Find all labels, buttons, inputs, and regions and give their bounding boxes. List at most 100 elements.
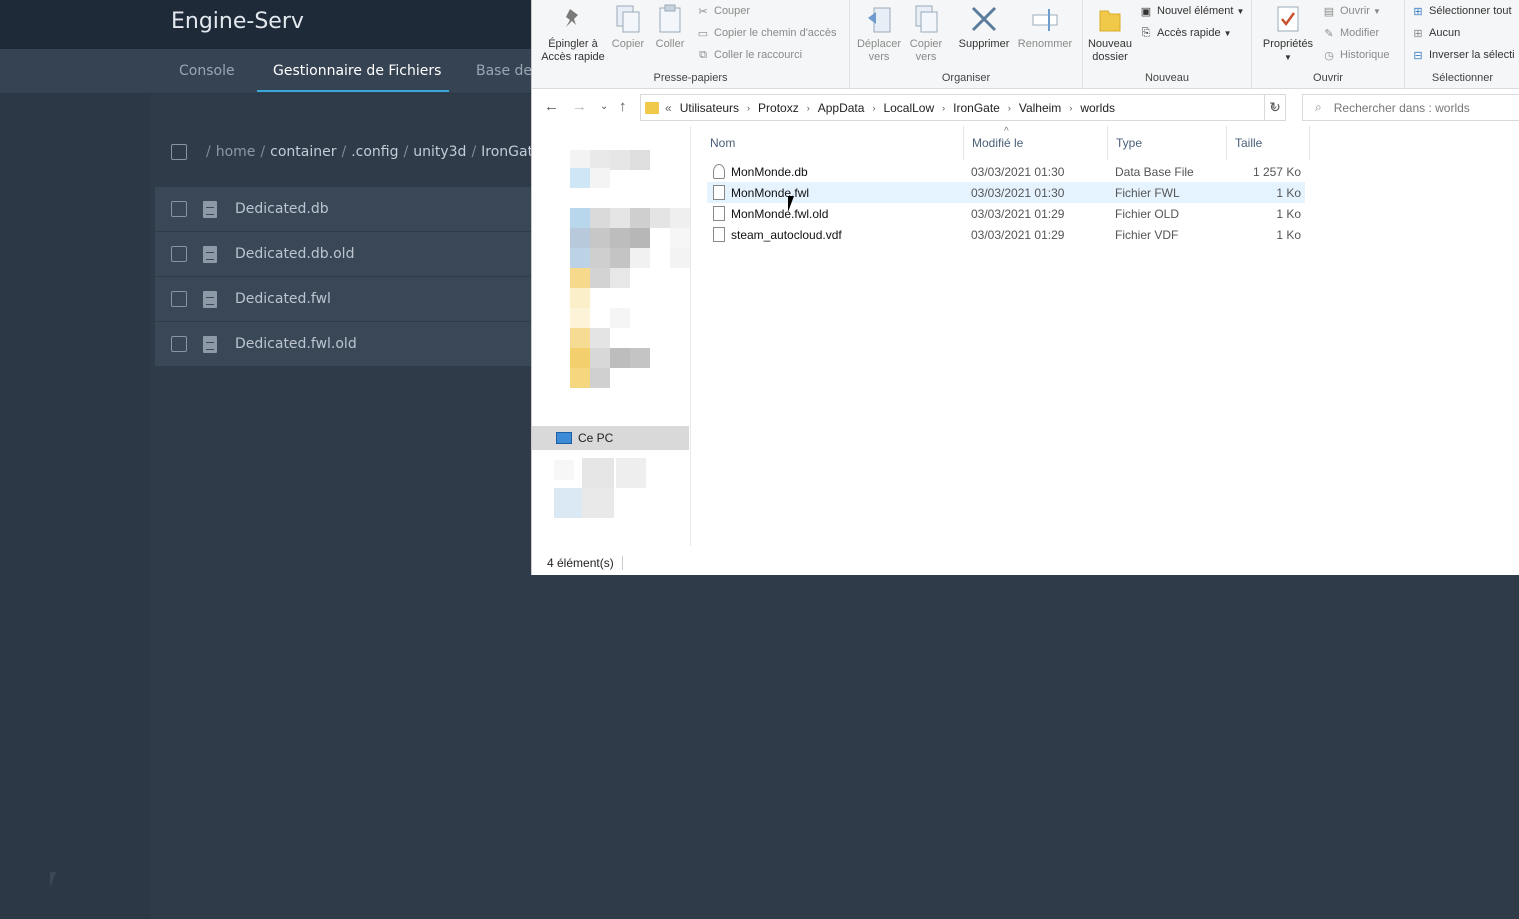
column-header-size[interactable]: Taille xyxy=(1227,126,1310,160)
address-segment[interactable]: Valheim xyxy=(1019,101,1061,115)
chevron-right-icon[interactable]: › xyxy=(1008,103,1011,113)
open-button[interactable]: ▤ Ouvrir ▼ xyxy=(1322,2,1381,20)
computer-icon xyxy=(556,432,572,444)
chevron-right-icon[interactable]: › xyxy=(942,103,945,113)
address-segment[interactable]: IronGate xyxy=(953,101,1000,115)
file-row[interactable]: steam_autocloud.vdf 03/03/2021 01:29 Fic… xyxy=(707,224,1305,245)
copy-path-button[interactable]: ▭ Copier le chemin d'accès xyxy=(696,24,837,42)
search-input[interactable]: ⌕ Rechercher dans : worlds xyxy=(1302,94,1519,121)
properties-check-icon xyxy=(1273,4,1303,34)
database-file-icon xyxy=(713,164,725,179)
ribbon-group-open: Propriétés ▼ ▤ Ouvrir ▼ ✎ Modifier ◷ His… xyxy=(1252,0,1405,89)
dropdown-icon: ▼ xyxy=(1223,28,1232,38)
file-date: 03/03/2021 01:29 xyxy=(971,206,1065,221)
breadcrumb-config[interactable]: .config xyxy=(351,144,398,160)
select-all-checkbox[interactable] xyxy=(171,144,187,160)
file-name: Dedicated.fwl.old xyxy=(235,336,357,352)
chevron-right-icon[interactable]: › xyxy=(747,103,750,113)
history-button[interactable]: ◷ Historique xyxy=(1322,46,1389,64)
breadcrumb: / home / container / .config / unity3d /… xyxy=(171,142,542,162)
column-label: Modifié le xyxy=(972,136,1024,150)
copy-to-button[interactable]: Copier vers xyxy=(904,4,948,64)
copy-to-label: Copier vers xyxy=(909,38,943,63)
column-header-modified[interactable]: Modifié le xyxy=(964,126,1108,160)
address-segment[interactable]: worlds xyxy=(1080,101,1115,115)
breadcrumb-sep: / xyxy=(341,144,347,160)
edit-icon: ✎ xyxy=(1324,27,1334,40)
chevron-right-icon[interactable]: › xyxy=(1069,103,1072,113)
address-overflow[interactable]: « xyxy=(665,101,672,115)
edit-button[interactable]: ✎ Modifier xyxy=(1322,24,1379,42)
open-label: Ouvrir xyxy=(1340,5,1370,17)
tab-file-manager[interactable]: Gestionnaire de Fichiers xyxy=(273,63,441,79)
forward-arrow-icon[interactable]: → xyxy=(572,98,587,115)
ribbon-group-label: Sélectionner xyxy=(1431,72,1494,84)
file-icon xyxy=(203,335,217,353)
column-header-type[interactable]: Type xyxy=(1108,126,1227,160)
row-checkbox[interactable] xyxy=(171,291,187,307)
recent-locations-chevron-icon[interactable]: ⌄ xyxy=(600,101,608,112)
select-all-label: Sélectionner tout xyxy=(1429,5,1512,17)
mouse-cursor xyxy=(788,196,800,212)
dropdown-icon: ▼ xyxy=(1284,53,1292,62)
cut-button[interactable]: ✂ Couper xyxy=(696,2,750,20)
file-row[interactable]: Dedicated.db xyxy=(155,187,535,231)
back-arrow-icon[interactable]: ← xyxy=(544,98,559,115)
breadcrumb-unity3d[interactable]: unity3d xyxy=(413,144,466,160)
rename-icon xyxy=(1030,4,1060,34)
file-name: MonMonde.fwl.old xyxy=(731,206,829,221)
row-checkbox[interactable] xyxy=(171,246,187,262)
delete-button[interactable]: Supprimer xyxy=(954,4,1014,51)
breadcrumb-container[interactable]: container xyxy=(270,144,336,160)
file-row[interactable]: MonMonde.db 03/03/2021 01:30 Data Base F… xyxy=(707,161,1305,182)
file-date: 03/03/2021 01:29 xyxy=(971,227,1065,242)
file-name: steam_autocloud.vdf xyxy=(731,227,842,242)
select-all-button[interactable]: ⊞ Sélectionner tout xyxy=(1411,2,1512,20)
file-row[interactable]: Dedicated.db.old xyxy=(155,232,535,276)
column-header-name[interactable]: Nom xyxy=(702,126,964,160)
properties-button[interactable]: Propriétés ▼ xyxy=(1260,4,1316,64)
new-folder-icon xyxy=(1095,4,1125,34)
nav-item-this-pc[interactable]: Ce PC xyxy=(532,426,689,450)
refresh-icon[interactable]: ↻ xyxy=(1264,94,1286,121)
chevron-right-icon[interactable]: › xyxy=(807,103,810,113)
column-label: Taille xyxy=(1235,136,1263,150)
copy-icon xyxy=(613,4,643,34)
paste-button[interactable]: Coller xyxy=(650,4,690,51)
move-to-button[interactable]: Déplacer vers xyxy=(856,4,902,64)
tab-database[interactable]: Base de xyxy=(476,63,532,79)
address-segment[interactable]: LocalLow xyxy=(883,101,934,115)
move-label: Déplacer vers xyxy=(856,38,902,63)
ribbon-group-organize: Déplacer vers Copier vers Supprimer Reno… xyxy=(850,0,1083,89)
new-item-icon: ▣ xyxy=(1140,5,1152,18)
quick-access-button[interactable]: ⎘ Accès rapide ▼ xyxy=(1139,24,1232,42)
rename-button[interactable]: Renommer xyxy=(1014,4,1076,51)
breadcrumb-home[interactable]: home xyxy=(216,144,256,160)
select-none-button[interactable]: ⊞ Aucun xyxy=(1411,24,1460,42)
file-row[interactable]: Dedicated.fwl xyxy=(155,277,535,321)
path-icon: ▭ xyxy=(697,27,709,40)
chevron-right-icon[interactable]: › xyxy=(872,103,875,113)
breadcrumb-sep: / xyxy=(260,144,266,160)
breadcrumb-sep: / xyxy=(206,144,211,160)
copy-button[interactable]: Copier xyxy=(608,4,648,51)
row-checkbox[interactable] xyxy=(171,336,187,352)
up-arrow-icon[interactable]: ↑ xyxy=(619,98,627,115)
new-folder-button[interactable]: Nouveau dossier xyxy=(1087,4,1133,64)
open-icon: ▤ xyxy=(1323,5,1335,18)
tab-console[interactable]: Console xyxy=(179,63,235,79)
address-field[interactable]: « Utilisateurs › Protoxz › AppData › Loc… xyxy=(640,94,1286,121)
address-segment[interactable]: Utilisateurs xyxy=(680,101,739,115)
delete-x-icon xyxy=(969,4,999,34)
invert-selection-button[interactable]: ⊟ Inverser la sélecti xyxy=(1411,46,1514,64)
pin-quick-access-button[interactable]: Épingler à Accès rapide xyxy=(538,4,608,64)
file-row[interactable]: Dedicated.fwl.old xyxy=(155,322,535,366)
row-checkbox[interactable] xyxy=(171,201,187,217)
active-tab-indicator xyxy=(257,90,449,92)
invert-selection-icon: ⊟ xyxy=(1413,49,1423,62)
paste-shortcut-button[interactable]: ⧉ Coller le raccourci xyxy=(696,46,802,64)
address-segment[interactable]: Protoxz xyxy=(758,101,799,115)
address-segment[interactable]: AppData xyxy=(818,101,865,115)
new-item-button[interactable]: ▣ Nouvel élément ▼ xyxy=(1139,2,1245,20)
select-none-label: Aucun xyxy=(1429,27,1461,39)
